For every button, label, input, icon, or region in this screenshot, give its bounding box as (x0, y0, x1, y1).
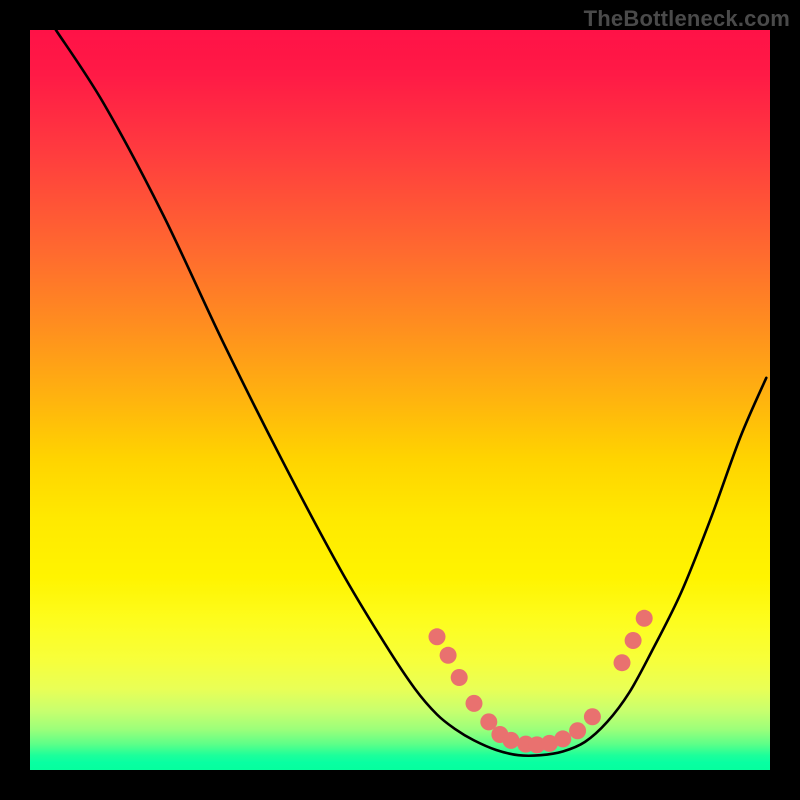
outer-frame: TheBottleneck.com (0, 0, 800, 800)
curve-marker (466, 695, 483, 712)
bottleneck-curve (56, 30, 766, 756)
chart-svg (30, 30, 770, 770)
curve-marker (625, 632, 642, 649)
curve-marker (584, 708, 601, 725)
curve-marker (569, 722, 586, 739)
curve-markers (429, 610, 653, 754)
curve-marker (440, 647, 457, 664)
curve-marker (429, 628, 446, 645)
curve-marker (636, 610, 653, 627)
plot-area (30, 30, 770, 770)
curve-marker (451, 669, 468, 686)
curve-marker (503, 732, 520, 749)
attribution-text: TheBottleneck.com (584, 6, 790, 32)
curve-marker (554, 730, 571, 747)
curve-marker (614, 654, 631, 671)
